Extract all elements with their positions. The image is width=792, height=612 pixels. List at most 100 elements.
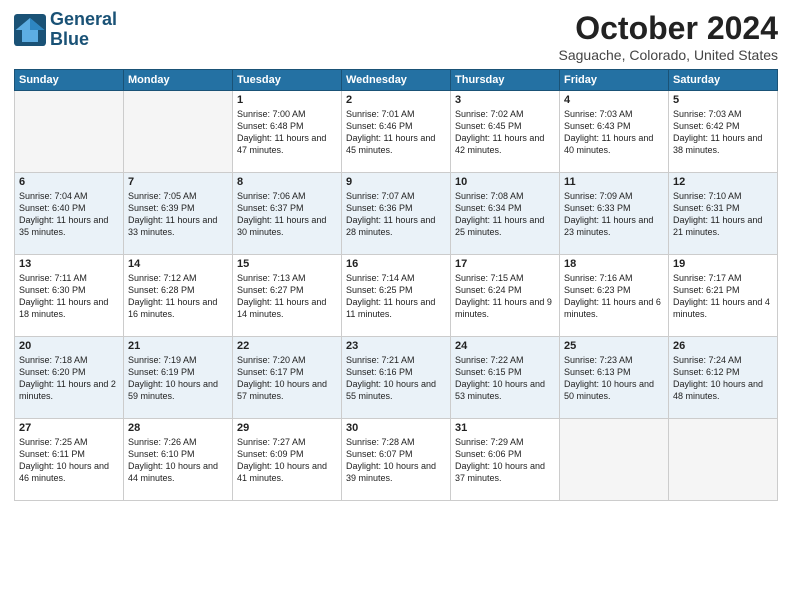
sunrise-label: Sunrise: 7:29 AM — [455, 437, 524, 447]
table-row: 24 Sunrise: 7:22 AM Sunset: 6:15 PM Dayl… — [451, 337, 560, 419]
day-info: Sunrise: 7:24 AM Sunset: 6:12 PM Dayligh… — [673, 354, 773, 403]
daylight-label: Daylight: 11 hours and 30 minutes. — [237, 215, 326, 237]
daylight-label: Daylight: 11 hours and 28 minutes. — [346, 215, 435, 237]
day-info: Sunrise: 7:08 AM Sunset: 6:34 PM Dayligh… — [455, 190, 555, 239]
sunrise-label: Sunrise: 7:20 AM — [237, 355, 306, 365]
sunset-label: Sunset: 6:31 PM — [673, 203, 740, 213]
sunset-label: Sunset: 6:09 PM — [237, 449, 304, 459]
sunrise-label: Sunrise: 7:05 AM — [128, 191, 197, 201]
calendar: Sunday Monday Tuesday Wednesday Thursday… — [14, 69, 778, 501]
daylight-label: Daylight: 10 hours and 39 minutes. — [346, 461, 436, 483]
day-info: Sunrise: 7:00 AM Sunset: 6:48 PM Dayligh… — [237, 108, 337, 157]
sunset-label: Sunset: 6:46 PM — [346, 121, 413, 131]
table-row: 15 Sunrise: 7:13 AM Sunset: 6:27 PM Dayl… — [233, 255, 342, 337]
sunset-label: Sunset: 6:45 PM — [455, 121, 522, 131]
day-number: 4 — [564, 94, 664, 106]
table-row: 9 Sunrise: 7:07 AM Sunset: 6:36 PM Dayli… — [342, 173, 451, 255]
sunset-label: Sunset: 6:28 PM — [128, 285, 195, 295]
daylight-label: Daylight: 11 hours and 23 minutes. — [564, 215, 653, 237]
sunset-label: Sunset: 6:25 PM — [346, 285, 413, 295]
sunset-label: Sunset: 6:07 PM — [346, 449, 413, 459]
day-number: 13 — [19, 258, 119, 270]
day-info: Sunrise: 7:03 AM Sunset: 6:42 PM Dayligh… — [673, 108, 773, 157]
daylight-label: Daylight: 11 hours and 4 minutes. — [673, 297, 770, 319]
sunset-label: Sunset: 6:23 PM — [564, 285, 631, 295]
day-number: 30 — [346, 422, 446, 434]
day-info: Sunrise: 7:09 AM Sunset: 6:33 PM Dayligh… — [564, 190, 664, 239]
day-info: Sunrise: 7:28 AM Sunset: 6:07 PM Dayligh… — [346, 436, 446, 485]
sunset-label: Sunset: 6:20 PM — [19, 367, 86, 377]
day-number: 28 — [128, 422, 228, 434]
sunset-label: Sunset: 6:10 PM — [128, 449, 195, 459]
col-wednesday: Wednesday — [342, 70, 451, 91]
col-saturday: Saturday — [669, 70, 778, 91]
table-row: 29 Sunrise: 7:27 AM Sunset: 6:09 PM Dayl… — [233, 419, 342, 501]
table-row: 27 Sunrise: 7:25 AM Sunset: 6:11 PM Dayl… — [15, 419, 124, 501]
day-info: Sunrise: 7:02 AM Sunset: 6:45 PM Dayligh… — [455, 108, 555, 157]
table-row: 6 Sunrise: 7:04 AM Sunset: 6:40 PM Dayli… — [15, 173, 124, 255]
table-row: 8 Sunrise: 7:06 AM Sunset: 6:37 PM Dayli… — [233, 173, 342, 255]
table-row: 19 Sunrise: 7:17 AM Sunset: 6:21 PM Dayl… — [669, 255, 778, 337]
sunrise-label: Sunrise: 7:03 AM — [564, 109, 633, 119]
sunrise-label: Sunrise: 7:04 AM — [19, 191, 88, 201]
logo-line2: Blue — [50, 30, 117, 50]
day-info: Sunrise: 7:11 AM Sunset: 6:30 PM Dayligh… — [19, 272, 119, 321]
daylight-label: Daylight: 11 hours and 35 minutes. — [19, 215, 108, 237]
table-row: 30 Sunrise: 7:28 AM Sunset: 6:07 PM Dayl… — [342, 419, 451, 501]
day-number: 8 — [237, 176, 337, 188]
table-row: 7 Sunrise: 7:05 AM Sunset: 6:39 PM Dayli… — [124, 173, 233, 255]
daylight-label: Daylight: 11 hours and 16 minutes. — [128, 297, 217, 319]
sunrise-label: Sunrise: 7:10 AM — [673, 191, 742, 201]
calendar-header-row: Sunday Monday Tuesday Wednesday Thursday… — [15, 70, 778, 91]
sunset-label: Sunset: 6:06 PM — [455, 449, 522, 459]
day-number: 17 — [455, 258, 555, 270]
sunrise-label: Sunrise: 7:25 AM — [19, 437, 88, 447]
daylight-label: Daylight: 10 hours and 59 minutes. — [128, 379, 218, 401]
sunset-label: Sunset: 6:39 PM — [128, 203, 195, 213]
day-info: Sunrise: 7:23 AM Sunset: 6:13 PM Dayligh… — [564, 354, 664, 403]
day-info: Sunrise: 7:05 AM Sunset: 6:39 PM Dayligh… — [128, 190, 228, 239]
day-number: 29 — [237, 422, 337, 434]
table-row — [15, 91, 124, 173]
sunrise-label: Sunrise: 7:16 AM — [564, 273, 633, 283]
calendar-week-row: 1 Sunrise: 7:00 AM Sunset: 6:48 PM Dayli… — [15, 91, 778, 173]
table-row: 26 Sunrise: 7:24 AM Sunset: 6:12 PM Dayl… — [669, 337, 778, 419]
sunset-label: Sunset: 6:19 PM — [128, 367, 195, 377]
day-number: 11 — [564, 176, 664, 188]
daylight-label: Daylight: 11 hours and 11 minutes. — [346, 297, 435, 319]
daylight-label: Daylight: 11 hours and 18 minutes. — [19, 297, 108, 319]
calendar-week-row: 13 Sunrise: 7:11 AM Sunset: 6:30 PM Dayl… — [15, 255, 778, 337]
day-info: Sunrise: 7:25 AM Sunset: 6:11 PM Dayligh… — [19, 436, 119, 485]
day-info: Sunrise: 7:15 AM Sunset: 6:24 PM Dayligh… — [455, 272, 555, 321]
day-info: Sunrise: 7:12 AM Sunset: 6:28 PM Dayligh… — [128, 272, 228, 321]
day-info: Sunrise: 7:17 AM Sunset: 6:21 PM Dayligh… — [673, 272, 773, 321]
sunrise-label: Sunrise: 7:12 AM — [128, 273, 197, 283]
sunrise-label: Sunrise: 7:01 AM — [346, 109, 415, 119]
day-number: 6 — [19, 176, 119, 188]
sunrise-label: Sunrise: 7:07 AM — [346, 191, 415, 201]
sunrise-label: Sunrise: 7:19 AM — [128, 355, 197, 365]
sunset-label: Sunset: 6:13 PM — [564, 367, 631, 377]
calendar-week-row: 20 Sunrise: 7:18 AM Sunset: 6:20 PM Dayl… — [15, 337, 778, 419]
daylight-label: Daylight: 10 hours and 48 minutes. — [673, 379, 763, 401]
col-friday: Friday — [560, 70, 669, 91]
day-number: 2 — [346, 94, 446, 106]
daylight-label: Daylight: 11 hours and 40 minutes. — [564, 133, 653, 155]
sunrise-label: Sunrise: 7:14 AM — [346, 273, 415, 283]
sunset-label: Sunset: 6:43 PM — [564, 121, 631, 131]
header: General Blue October 2024 Saguache, Colo… — [14, 10, 778, 63]
col-monday: Monday — [124, 70, 233, 91]
table-row: 31 Sunrise: 7:29 AM Sunset: 6:06 PM Dayl… — [451, 419, 560, 501]
day-number: 24 — [455, 340, 555, 352]
sunset-label: Sunset: 6:27 PM — [237, 285, 304, 295]
sunrise-label: Sunrise: 7:28 AM — [346, 437, 415, 447]
table-row: 18 Sunrise: 7:16 AM Sunset: 6:23 PM Dayl… — [560, 255, 669, 337]
logo-icon — [14, 14, 46, 46]
table-row: 10 Sunrise: 7:08 AM Sunset: 6:34 PM Dayl… — [451, 173, 560, 255]
day-number: 18 — [564, 258, 664, 270]
day-number: 31 — [455, 422, 555, 434]
table-row: 28 Sunrise: 7:26 AM Sunset: 6:10 PM Dayl… — [124, 419, 233, 501]
table-row: 13 Sunrise: 7:11 AM Sunset: 6:30 PM Dayl… — [15, 255, 124, 337]
sunset-label: Sunset: 6:42 PM — [673, 121, 740, 131]
logo-line1: General — [50, 10, 117, 30]
